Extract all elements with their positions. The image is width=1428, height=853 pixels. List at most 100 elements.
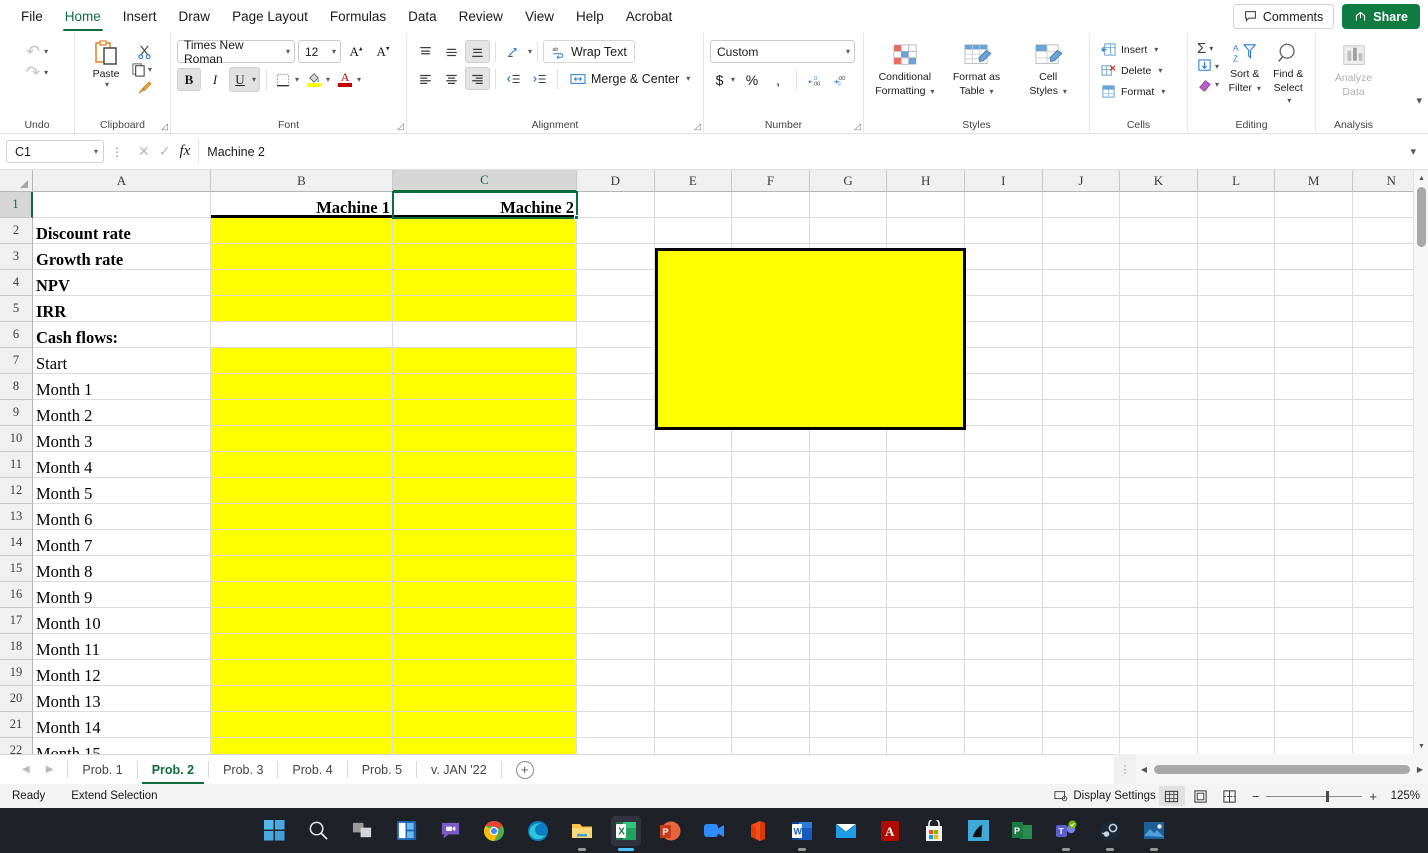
- redo-button[interactable]: ↷ ▾: [23, 63, 51, 82]
- expand-formula-bar-button[interactable]: ▾: [1404, 145, 1422, 158]
- chevron-down-icon[interactable]: ▾: [94, 147, 98, 156]
- decrease-decimal-button[interactable]: .00 0: [829, 68, 853, 91]
- chevron-down-icon[interactable]: ▾: [105, 80, 109, 89]
- row-header-9[interactable]: 9: [0, 400, 33, 426]
- format-painter-button[interactable]: [131, 78, 157, 97]
- cell-A21[interactable]: Month 14: [33, 712, 211, 738]
- chevron-down-icon[interactable]: ▾: [1209, 44, 1213, 53]
- merge-center-button[interactable]: Merge & Center ▾: [563, 67, 697, 90]
- analyze-data-button[interactable]: Analyze Data: [1323, 42, 1385, 100]
- select-all-button[interactable]: [0, 170, 33, 192]
- cell-A16[interactable]: Month 9: [33, 582, 211, 608]
- scroll-up-button[interactable]: ▲: [1414, 170, 1428, 186]
- insert-function-icon[interactable]: fx: [179, 143, 190, 160]
- column-header-D[interactable]: D: [577, 170, 655, 192]
- column-header-A[interactable]: A: [33, 170, 211, 192]
- cell-styles-button[interactable]: Cell Styles ▾: [1013, 41, 1083, 100]
- powerpoint-icon[interactable]: P: [655, 816, 685, 846]
- cell-A2[interactable]: Discount rate: [33, 218, 211, 244]
- office-icon[interactable]: [743, 816, 773, 846]
- row-header-8[interactable]: 8: [0, 374, 33, 400]
- cell-A15[interactable]: Month 8: [33, 556, 211, 582]
- zoom-icon[interactable]: [699, 816, 729, 846]
- acrobat-icon[interactable]: A: [875, 816, 905, 846]
- align-center-button[interactable]: [439, 67, 464, 90]
- ribbon-tab-file[interactable]: File: [10, 0, 54, 33]
- row-header-13[interactable]: 13: [0, 504, 33, 530]
- cell-A14[interactable]: Month 7: [33, 530, 211, 556]
- copy-button[interactable]: ▾: [131, 62, 157, 77]
- edge-icon[interactable]: [523, 816, 553, 846]
- increase-decimal-button[interactable]: .0.00: [803, 68, 827, 91]
- row-header-18[interactable]: 18: [0, 634, 33, 660]
- page-layout-view-button[interactable]: [1188, 786, 1214, 806]
- prev-sheet-icon[interactable]: ◀: [22, 764, 30, 775]
- column-header-M[interactable]: M: [1275, 170, 1353, 192]
- sheet-tab-prob-5[interactable]: Prob. 5: [348, 755, 416, 785]
- ribbon-tab-draw[interactable]: Draw: [168, 0, 222, 33]
- row-header-11[interactable]: 11: [0, 452, 33, 478]
- font-name-combo[interactable]: Times New Roman ▾: [177, 38, 295, 66]
- name-box-expand[interactable]: ⋮: [104, 145, 130, 159]
- align-middle-button[interactable]: [439, 40, 464, 63]
- row-header-7[interactable]: 7: [0, 348, 33, 374]
- decrease-indent-button[interactable]: [501, 67, 526, 90]
- row-header-2[interactable]: 2: [0, 218, 33, 244]
- paste-button[interactable]: Paste ▾: [81, 39, 131, 90]
- chevron-down-icon[interactable]: ▾: [148, 65, 152, 74]
- column-header-J[interactable]: J: [1042, 170, 1121, 192]
- ribbon-tab-page-layout[interactable]: Page Layout: [221, 0, 319, 33]
- chevron-down-icon[interactable]: ▾: [252, 75, 259, 84]
- teams-chat-icon[interactable]: [435, 816, 465, 846]
- chrome-icon[interactable]: [479, 816, 509, 846]
- ribbon-tab-home[interactable]: Home: [54, 0, 112, 33]
- font-size-combo[interactable]: 12 ▾: [298, 40, 341, 63]
- sort-filter-button[interactable]: A Z Sort & Filter ▾: [1224, 40, 1265, 97]
- row-header-3[interactable]: 3: [0, 244, 33, 270]
- percent-format-button[interactable]: %: [740, 68, 764, 91]
- font-color-button[interactable]: A ▾: [335, 68, 364, 91]
- row-header-5[interactable]: 5: [0, 296, 33, 322]
- align-top-button[interactable]: [413, 40, 438, 63]
- row-header-4[interactable]: 4: [0, 270, 33, 296]
- row-header-10[interactable]: 10: [0, 426, 33, 452]
- chevron-down-icon[interactable]: ▾: [686, 74, 690, 83]
- column-header-C[interactable]: C: [393, 170, 577, 192]
- chevron-down-icon[interactable]: ▾: [1154, 45, 1158, 54]
- cut-button[interactable]: [131, 42, 157, 61]
- column-header-K[interactable]: K: [1120, 170, 1198, 192]
- word-icon[interactable]: W: [787, 816, 817, 851]
- cell-A20[interactable]: Month 13: [33, 686, 211, 712]
- underline-button[interactable]: U ▾: [229, 67, 261, 92]
- align-right-button[interactable]: [465, 67, 490, 90]
- teams-icon[interactable]: T: [1051, 816, 1081, 851]
- cell-C1[interactable]: Machine 2: [393, 192, 577, 218]
- wrap-text-button[interactable]: ab Wrap Text: [543, 40, 635, 63]
- zoom-level[interactable]: 125%: [1386, 790, 1420, 802]
- cell-A9[interactable]: Month 2: [33, 400, 211, 426]
- cancel-entry-icon[interactable]: ✕: [138, 143, 150, 160]
- fill-button[interactable]: ▾: [1194, 58, 1222, 75]
- row-header-12[interactable]: 12: [0, 478, 33, 504]
- italic-button[interactable]: I: [203, 68, 227, 91]
- cell-A19[interactable]: Month 12: [33, 660, 211, 686]
- accounting-format-button[interactable]: $ ▾: [710, 68, 738, 91]
- alignment-dialog-launcher[interactable]: ◿: [694, 121, 701, 132]
- row-header-1[interactable]: 1: [0, 192, 33, 218]
- ribbon-tab-insert[interactable]: Insert: [112, 0, 168, 33]
- font-dialog-launcher[interactable]: ◿: [397, 121, 404, 132]
- horizontal-scroll-thumb[interactable]: [1154, 764, 1410, 774]
- zoom-in-button[interactable]: +: [1369, 789, 1377, 804]
- column-header-B[interactable]: B: [211, 170, 393, 192]
- ribbon-tab-data[interactable]: Data: [397, 0, 448, 33]
- chevron-down-icon[interactable]: ▾: [1161, 87, 1165, 96]
- split-handle[interactable]: ⋮: [1114, 754, 1136, 784]
- undo-button[interactable]: ↶ ▾: [23, 42, 51, 61]
- borders-button[interactable]: ▾: [273, 68, 302, 91]
- display-settings-button[interactable]: Display Settings: [1054, 789, 1156, 803]
- chevron-down-icon[interactable]: ▾: [326, 75, 333, 84]
- row-header-19[interactable]: 19: [0, 660, 33, 686]
- task-view-icon[interactable]: [347, 816, 377, 846]
- cell-A17[interactable]: Month 10: [33, 608, 211, 634]
- next-sheet-icon[interactable]: ▶: [46, 764, 54, 775]
